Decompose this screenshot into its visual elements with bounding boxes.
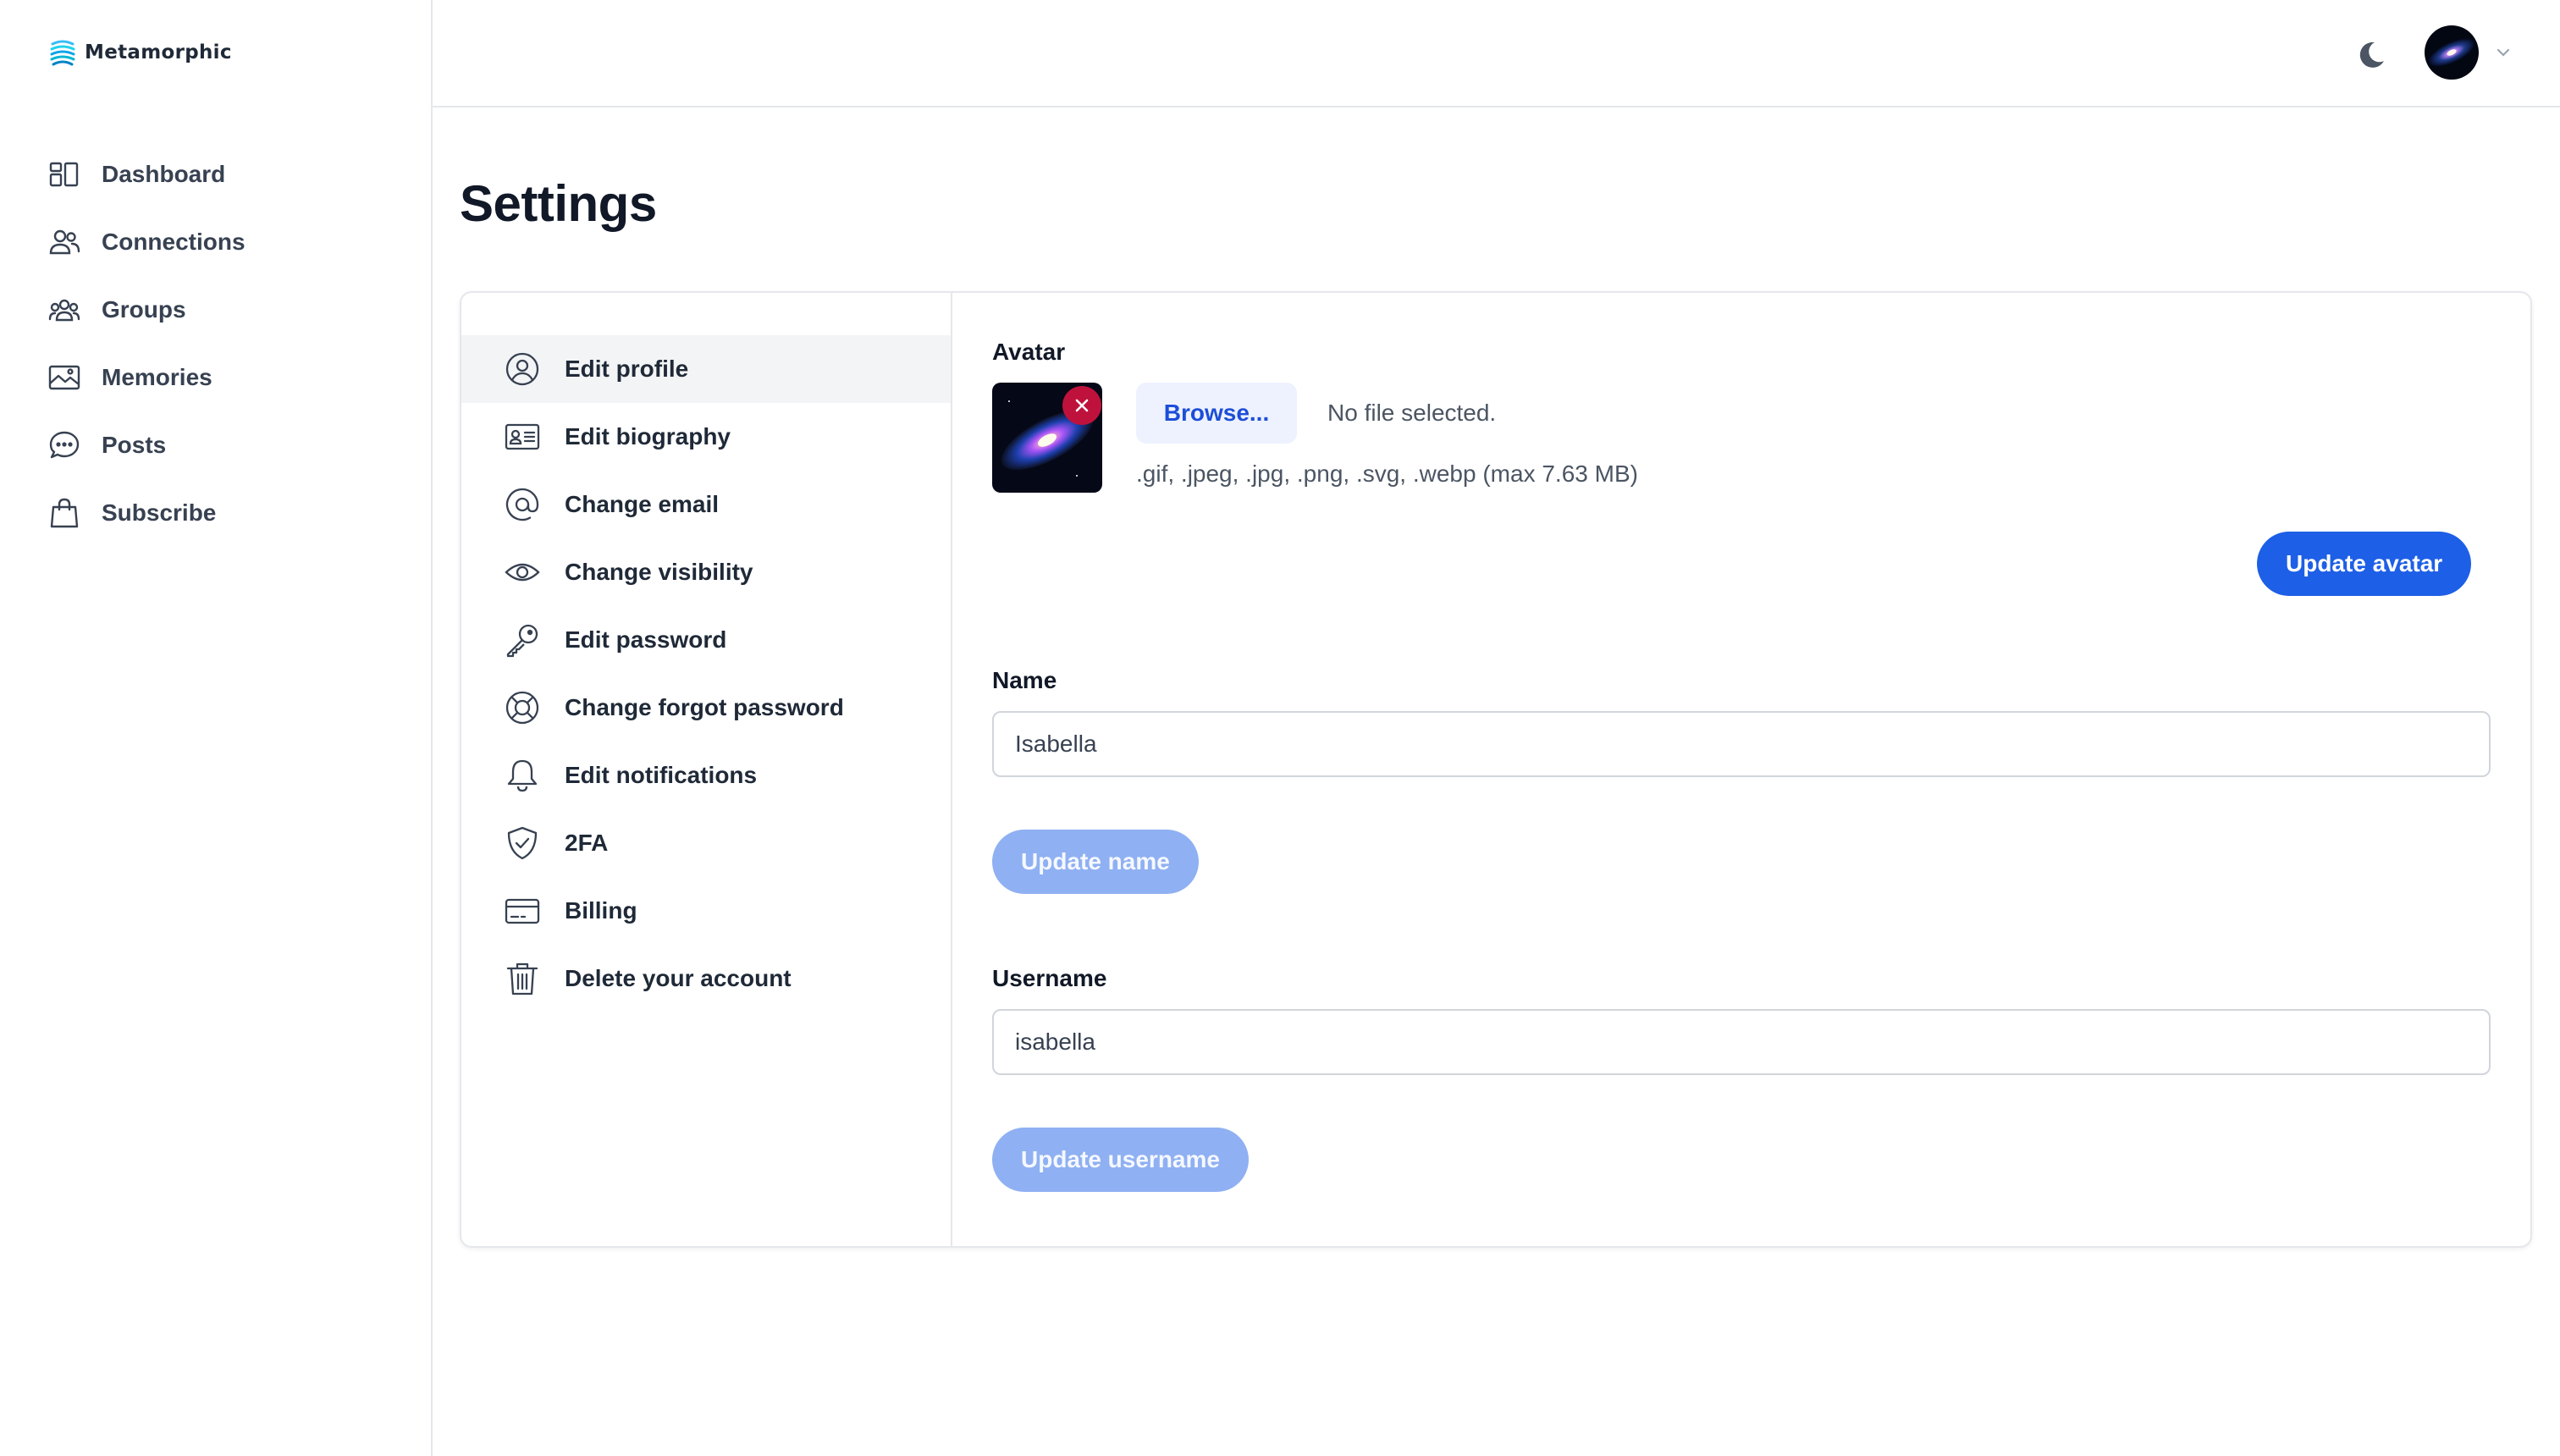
sidebar-item-connections[interactable]: Connections <box>47 208 403 276</box>
topbar <box>433 0 2560 108</box>
sidebar: Metamorphic Dashboard Connections Groups… <box>0 0 433 1456</box>
avatar <box>2425 25 2479 80</box>
settings-menu-edit-password[interactable]: Edit password <box>461 606 951 674</box>
settings-menu-label: 2FA <box>565 830 609 856</box>
settings-menu-label: Delete your account <box>565 965 792 991</box>
bell-icon <box>507 759 538 792</box>
settings-menu-label: Billing <box>565 897 637 924</box>
settings-menu-label: Edit password <box>565 626 727 653</box>
settings-menu-change-forgot-password[interactable]: Change forgot password <box>461 674 951 742</box>
settings-menu-edit-biography[interactable]: Edit biography <box>461 403 951 471</box>
sidebar-item-label: Connections <box>102 229 246 255</box>
moon-icon[interactable] <box>2354 38 2388 72</box>
sidebar-item-label: Posts <box>102 432 167 458</box>
users-icon <box>49 229 80 255</box>
settings-card: Edit profile Edit biography Change email <box>460 291 2532 1248</box>
chevron-down-icon <box>2497 48 2510 57</box>
settings-menu-label: Edit biography <box>565 423 731 449</box>
username-label: Username <box>992 965 1107 991</box>
dashboard-icon <box>49 162 79 187</box>
sidebar-nav: Dashboard Connections Groups Memories Po… <box>47 141 403 547</box>
settings-menu-edit-profile[interactable]: Edit profile <box>461 335 951 403</box>
at-sign-icon <box>505 488 539 521</box>
username-input[interactable] <box>992 1009 2491 1075</box>
settings-menu-label: Edit profile <box>565 356 689 382</box>
avatar-label: Avatar <box>992 339 1066 365</box>
file-status: No file selected. <box>1327 400 1497 426</box>
close-icon <box>1075 399 1089 412</box>
settings-menu-label: Change forgot password <box>565 694 844 720</box>
eye-icon <box>505 563 540 582</box>
sidebar-item-label: Memories <box>102 364 212 390</box>
lifebuoy-icon <box>505 691 539 725</box>
settings-menu-billing[interactable]: Billing <box>461 877 951 945</box>
settings-menu-label: Edit notifications <box>565 762 758 788</box>
sidebar-item-posts[interactable]: Posts <box>47 411 403 479</box>
browse-button[interactable]: Browse... <box>1136 383 1297 444</box>
user-group-icon <box>48 299 80 322</box>
trash-icon <box>506 962 538 995</box>
settings-content: Avatar Browse... No file selected. .gif,… <box>952 293 2530 1246</box>
avatar-preview <box>992 383 1102 493</box>
name-input[interactable] <box>992 711 2491 777</box>
brand-name: Metamorphic <box>85 41 232 63</box>
id-card-icon <box>505 423 540 450</box>
credit-card-icon <box>505 898 540 924</box>
file-type-hint: .gif, .jpeg, .jpg, .png, .svg, .webp (ma… <box>1136 461 1638 487</box>
update-avatar-button[interactable]: Update avatar <box>2257 532 2472 596</box>
metamorphic-logo-icon <box>50 40 75 66</box>
settings-menu-edit-notifications[interactable]: Edit notifications <box>461 742 951 809</box>
settings-menu-delete-account[interactable]: Delete your account <box>461 945 951 1012</box>
update-username-button[interactable]: Update username <box>992 1128 1249 1192</box>
remove-avatar-button[interactable] <box>1062 386 1101 425</box>
sidebar-item-dashboard[interactable]: Dashboard <box>47 141 403 208</box>
settings-menu-label: Change visibility <box>565 559 753 585</box>
settings-menu-label: Change email <box>565 491 720 517</box>
shopping-bag-icon <box>50 498 79 528</box>
update-name-button[interactable]: Update name <box>992 830 1199 894</box>
sidebar-item-groups[interactable]: Groups <box>47 276 403 344</box>
shield-check-icon <box>507 826 538 860</box>
sidebar-item-subscribe[interactable]: Subscribe <box>47 479 403 547</box>
sidebar-item-label: Groups <box>102 296 186 323</box>
settings-menu-change-visibility[interactable]: Change visibility <box>461 538 951 606</box>
user-circle-icon <box>505 352 539 386</box>
user-menu-button[interactable] <box>2425 25 2514 80</box>
photo-icon <box>48 365 80 390</box>
page-title: Settings <box>460 175 657 232</box>
sidebar-item-memories[interactable]: Memories <box>47 344 403 411</box>
settings-menu-2fa[interactable]: 2FA <box>461 809 951 877</box>
sidebar-item-label: Subscribe <box>102 499 217 526</box>
chat-bubble-icon <box>49 431 80 459</box>
name-label: Name <box>992 667 1057 693</box>
sidebar-item-label: Dashboard <box>102 161 226 187</box>
brand-logo-link[interactable]: Metamorphic <box>49 37 232 68</box>
settings-menu-change-email[interactable]: Change email <box>461 471 951 538</box>
settings-menu: Edit profile Edit biography Change email <box>461 293 952 1246</box>
key-icon <box>506 624 538 658</box>
